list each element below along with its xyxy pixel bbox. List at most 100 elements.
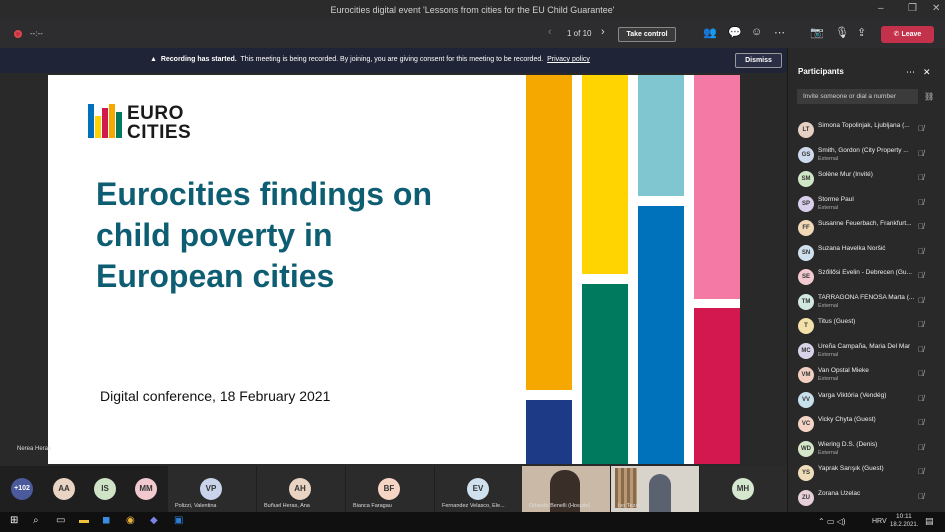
windows-taskbar: ⊞ ⌕ ▭ ▬ ◼ ◉ ◆ ▣ ⌃ ▭ ◁) HRV 10:11 18.2.20… [0,512,945,532]
windows-start-icon[interactable]: ⊞ [10,515,18,526]
color-block-blue [638,206,684,464]
task-view-icon[interactable]: ▭ [56,515,65,526]
participant-row[interactable]: VC Vicky Chyta (Guest) 🎙̸ [788,412,945,436]
chrome-icon[interactable]: ◉ [126,515,135,526]
participant-name: Titus (Guest) [818,318,856,325]
more-options-icon[interactable]: ⋯ [906,67,915,78]
participant-external-label: External [818,351,839,358]
participant-row[interactable]: SP Storme Paul External 🎙̸ [788,192,945,216]
participant-row[interactable]: GS Smith, Gordon (City Property ... Extern… [788,143,945,167]
mic-muted-icon: 🎙̸ [918,271,924,280]
avatar: AH [289,478,311,500]
color-block-yellow [582,75,628,274]
clock-date[interactable]: 18.2.2021. [890,522,918,528]
presenter-name: Nerea Heras [17,446,52,452]
video-tile[interactable]: MH [700,466,788,512]
mic-muted-icon: 🎙̸ [918,418,924,427]
tile-name: Bianca Faragau [353,503,392,509]
participant-name: Suzana Havelka Noršić [818,244,886,252]
participant-row[interactable]: FF Susanne Feuerbach, Frankfurt... 🎙̸ [788,216,945,240]
avatar: VV [798,391,814,408]
language-indicator[interactable]: HRV [872,518,887,525]
chat-icon[interactable]: 💬 [728,26,742,39]
leave-label: Leave [901,31,922,38]
mic-muted-icon: 🎙̸ [918,197,924,207]
leave-button[interactable]: ✆ Leave [881,26,934,43]
video-tile[interactable]: Ivo Tezak [611,466,699,512]
color-block-navy [526,400,572,464]
avatar[interactable]: AA [53,478,75,500]
video-tile[interactable]: EV Fernandez Velasco, Ele... [435,466,523,512]
search-icon[interactable]: ⌕ [33,515,39,526]
participant-video-silhouette [649,474,671,512]
warning-icon: ▲ [150,56,157,63]
participant-video-strip: +102 AA IS MM VP Polizzi, Valentina AH B… [0,466,788,512]
participant-row[interactable]: TM TARRAGONA FENOSA Marta (... External 🎙̸ [788,290,945,314]
mic-muted-icon: 🎙̸ [918,491,924,501]
participant-row[interactable]: SE Szőllősi Evelin - Debrecen (Gu... 🎙̸ [788,265,945,289]
prev-slide-icon[interactable]: ‹ [548,26,552,38]
camera-off-icon[interactable]: 📷 [810,26,824,39]
dismiss-button[interactable]: Dismiss [735,53,782,68]
recording-bold-text: Recording has started. [160,56,237,63]
mic-muted-icon: 🎙̸ [918,344,924,354]
participant-row[interactable]: MC Ureña Campaña, Maria Del Mar External 🎙̸ [788,339,945,363]
mic-muted-icon: 🎙̸ [918,148,924,158]
teams-icon[interactable]: ◆ [150,515,158,526]
participant-row[interactable]: LT Simona Topolinjak, Ljubljana (... 🎙̸ [788,118,945,142]
avatar: T [798,318,814,334]
video-tile[interactable]: BF Bianca Faragau [346,466,434,512]
reactions-icon[interactable]: ☺ [751,26,762,38]
avatar: SP [798,195,814,212]
close-icon[interactable]: ✕ [932,3,940,14]
avatar: YS [798,465,814,481]
system-tray-icons[interactable]: ⌃ ▭ ◁) [818,517,846,526]
clock-time[interactable]: 10:11 [896,513,912,520]
recording-banner: ▲ Recording has started. This meeting is… [0,48,787,73]
video-tile[interactable]: VP Polizzi, Valentina [168,466,256,512]
participant-row[interactable]: SM Solène Mur (Invité) 🎙̸ [788,167,945,191]
link-icon[interactable]: ⛓ [924,92,934,101]
avatar: MC [798,342,814,359]
participant-row[interactable]: WD Wiering D.S. (Denis) External 🎙̸ [788,437,945,461]
outlook-icon[interactable]: ◼ [102,515,110,526]
participant-row[interactable]: SN Suzana Havelka Noršić 🎙̸ [788,241,945,265]
file-explorer-icon[interactable]: ▬ [79,515,89,526]
avatar: TM [798,293,814,310]
video-tile[interactable]: Orlando Benelli (Hospite) [522,466,610,512]
participant-name: TARRAGONA FENOSA Marta (... [818,293,915,301]
recording-icon [14,30,22,38]
more-actions-icon[interactable]: ⋯ [774,26,785,39]
invite-input[interactable]: Invite someone or dial a number [797,89,918,104]
word-icon[interactable]: ▣ [174,515,183,526]
privacy-policy-link[interactable]: Privacy policy [547,56,590,63]
participants-panel: Participants ⋯ ✕ Invite someone or dial … [787,48,945,512]
notifications-icon[interactable]: ▤ [925,516,934,527]
participant-row[interactable]: ZU Zorana Uzelac 🎙̸ [788,486,945,510]
participant-external-label: External [818,302,839,309]
tile-name: Fernandez Velasco, Ele... [442,503,505,509]
avatar[interactable]: MM [135,478,157,500]
next-slide-icon[interactable]: › [601,26,605,38]
video-tile[interactable]: AH Buñuel Heras, Ana [257,466,345,512]
participant-row[interactable]: VV Varga Viktória (Vendég) 🎙̸ [788,388,945,412]
recording-message: ▲ Recording has started. This meeting is… [150,56,590,63]
participant-name: Simona Topolinjak, Ljubljana (... [818,122,910,129]
close-panel-icon[interactable]: ✕ [923,67,931,78]
share-screen-icon[interactable]: ⇪ [857,26,866,39]
avatar: SM [798,171,814,187]
participant-row[interactable]: T Titus (Guest) 🎙̸ [788,314,945,338]
overflow-count-avatar[interactable]: +102 [11,478,33,500]
avatar[interactable]: IS [94,478,116,500]
minimize-icon[interactable]: – [878,3,884,14]
maximize-icon[interactable]: ❐ [908,3,917,14]
mic-off-icon[interactable]: 🎙 [835,26,849,39]
tile-name: Ivo Tezak [618,503,642,509]
mic-muted-icon: 🎙̸ [918,467,924,476]
recording-text: This meeting is being recorded. By joini… [240,56,544,63]
participant-name: Vicky Chyta (Guest) [818,416,876,423]
take-control-button[interactable]: Take control [618,27,676,42]
participant-row[interactable]: YS Yaprak Sarışık (Guest) 🎙̸ [788,461,945,485]
participants-icon[interactable]: 👥 [703,26,717,39]
participant-row[interactable]: VM Van Opstal Mieke External 🎙̸ [788,363,945,387]
